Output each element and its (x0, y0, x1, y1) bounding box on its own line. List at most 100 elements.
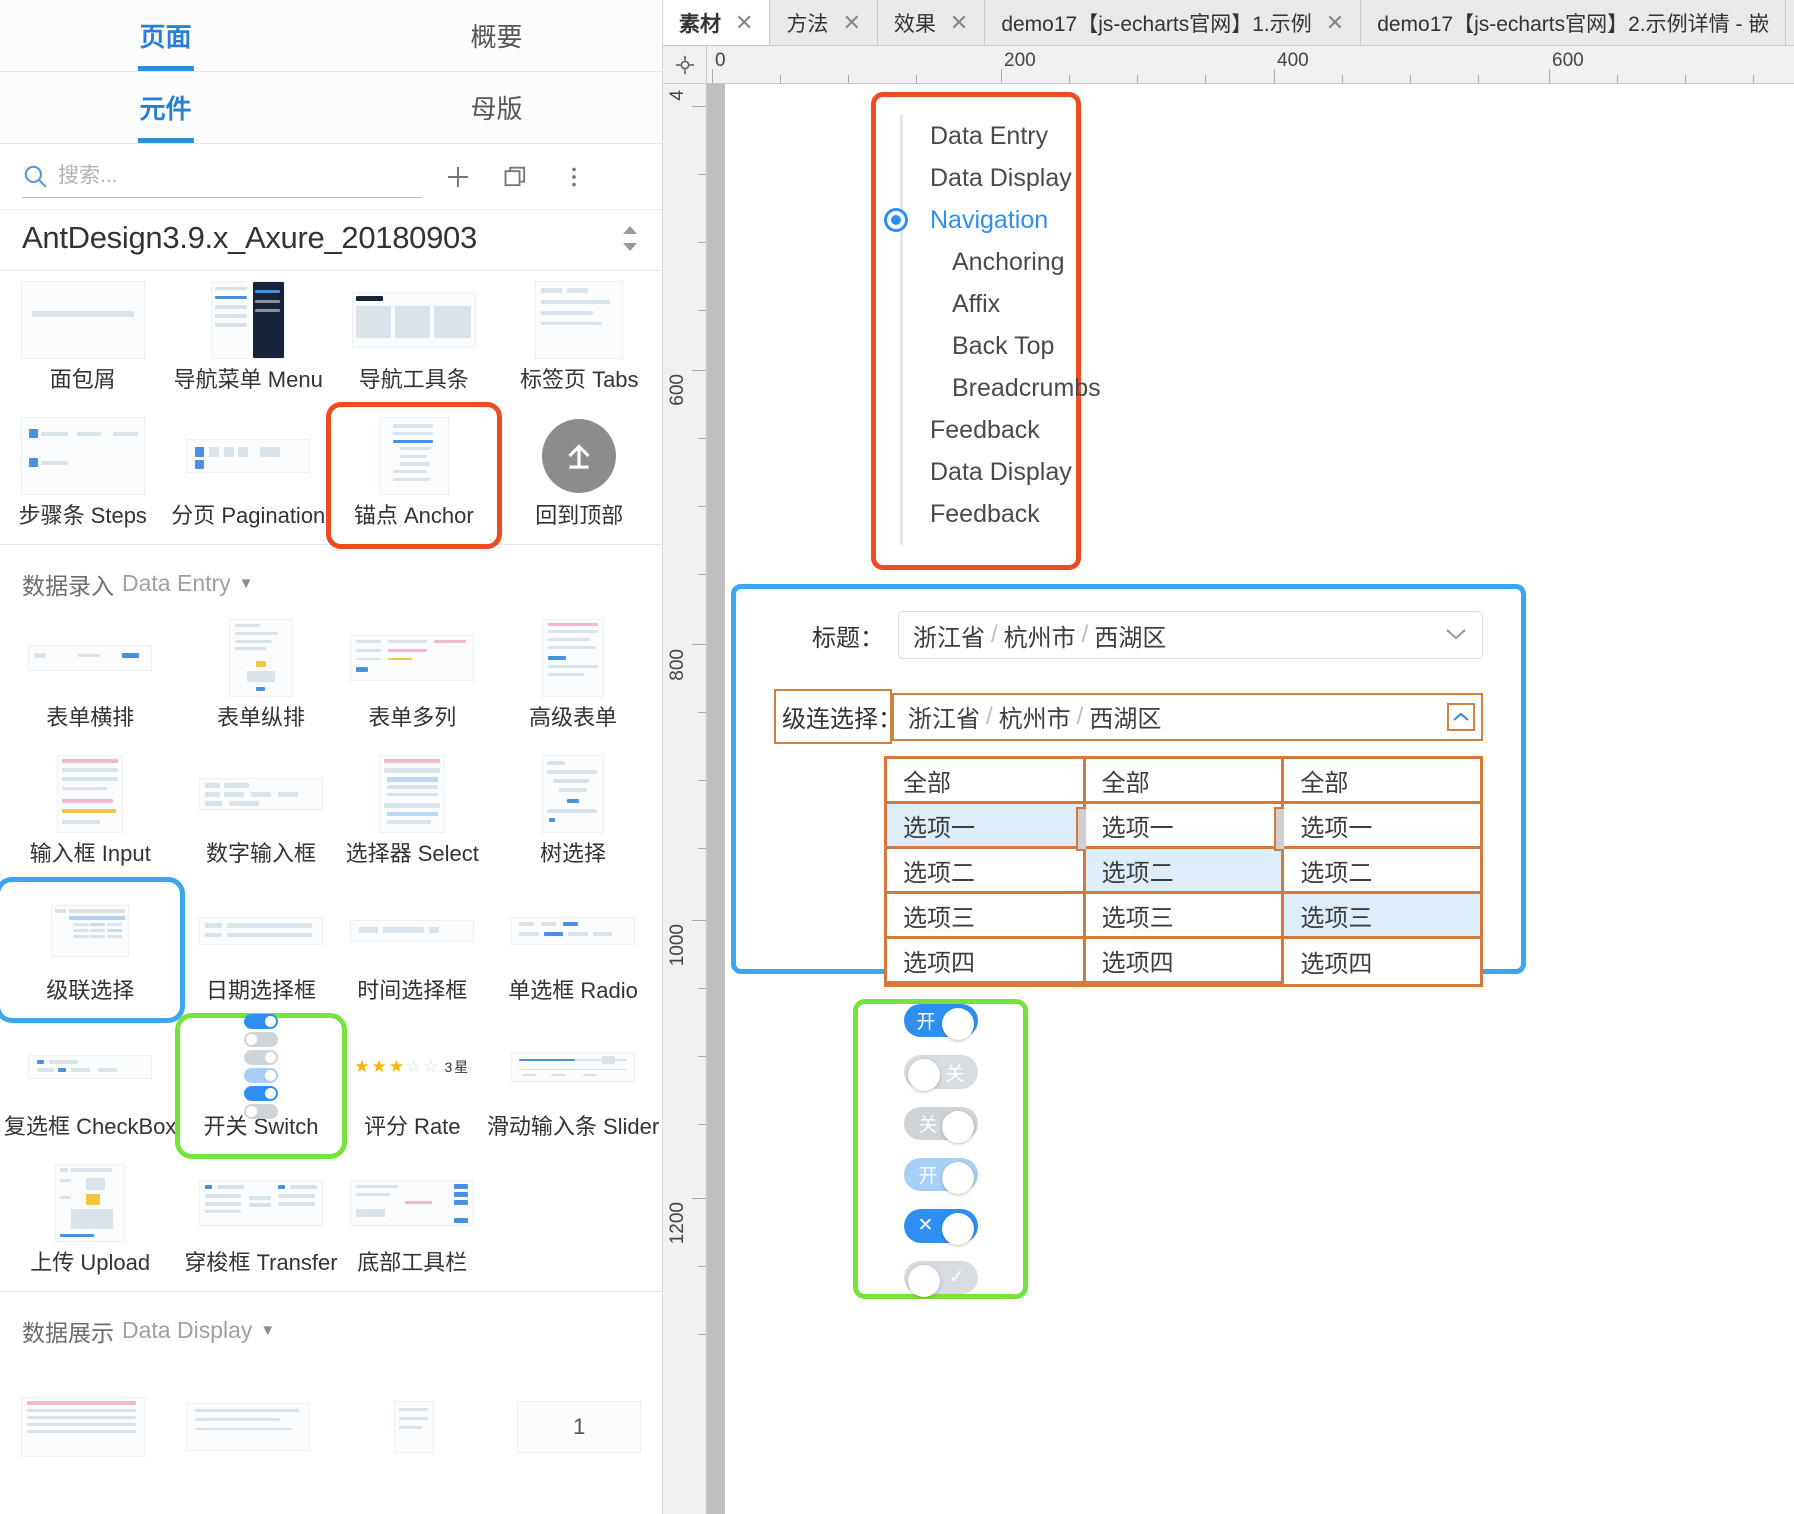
tab-outline[interactable]: 概要 (331, 0, 662, 71)
close-icon[interactable]: ✕ (950, 11, 968, 34)
close-icon[interactable]: ✕ (842, 11, 860, 34)
cascader-option[interactable]: 选项三 (1085, 894, 1282, 939)
tab-widgets[interactable]: 元件 (0, 72, 331, 143)
cascader-column-3[interactable]: 全部 选项一 选项二 选项三 选项四 (1284, 759, 1481, 984)
widget-item-treeselect[interactable]: 树选择 (483, 745, 662, 881)
widget-item-toolbar[interactable]: 底部工具栏 (342, 1154, 483, 1290)
anchor-item-anchoring[interactable]: Anchoring (900, 241, 1076, 283)
cascader-option[interactable]: 选项二 (1284, 849, 1481, 894)
anchor-item-feedback-2[interactable]: Feedback (900, 493, 1076, 535)
widget-item-upload[interactable]: 上传 Upload (0, 1154, 180, 1290)
editor-tab-3[interactable]: demo17【js-echarts官网】1.示例 ✕ (985, 0, 1362, 45)
widget-item-rate[interactable]: ★★★☆☆ 3星 评分 Rate (342, 1018, 483, 1154)
duplicate-library-button[interactable] (494, 155, 538, 199)
widget-item-timepicker[interactable]: 时间选择框 (342, 882, 483, 1018)
library-selector[interactable]: AntDesign3.9.x_Axure_20180903 (0, 210, 662, 271)
editor-tab-1[interactable]: 方法 ✕ (770, 0, 878, 45)
widget-item-breadcrumb[interactable]: 面包屑 (0, 271, 166, 407)
widget-item-menu[interactable]: 导航菜单 Menu (166, 271, 332, 407)
cascader-option-selected[interactable]: 选项一 (887, 804, 1083, 849)
chevron-down-icon[interactable]: ▼ (260, 1322, 275, 1339)
cascader-select-input[interactable]: 浙江省 / 杭州市 / 西湖区 (892, 692, 1483, 741)
section-header-data-display[interactable]: 数据展示 Data Display ▼ (0, 1290, 662, 1356)
cascader-widget-highlight[interactable]: 标题： 浙江省 / 杭州市 / 西湖区 级连选择： 浙江省 / 杭州市 / 西湖… (731, 584, 1526, 987)
design-canvas[interactable]: Data Entry Data Display Navigation Ancho… (725, 84, 1794, 1514)
tab-masters[interactable]: 母版 (331, 72, 662, 143)
widget-item-number[interactable]: 数字输入框 (180, 745, 341, 881)
cascader-option[interactable]: 选项四 (1284, 939, 1481, 984)
horizontal-ruler[interactable]: 0 200 400 600 (707, 46, 1794, 83)
cascader-option[interactable]: 全部 (887, 759, 1083, 804)
switch-off[interactable]: 关 (903, 1055, 978, 1092)
widget-item-tabs[interactable]: 标签页 Tabs (497, 271, 663, 407)
anchor-widget-highlight[interactable]: Data Entry Data Display Navigation Ancho… (871, 92, 1101, 570)
cascader-option-selected[interactable]: 选项三 (1284, 894, 1481, 939)
section-header-data-entry[interactable]: 数据录入 Data Entry ▼ (0, 543, 662, 609)
anchor-item-data-display-1[interactable]: Data Display (900, 157, 1076, 199)
widget-item-list[interactable] (166, 1356, 332, 1488)
widget-item-steps[interactable]: 步骤条 Steps (0, 407, 166, 543)
editor-tab-0[interactable]: 素材 ✕ (663, 0, 771, 45)
more-options-button[interactable] (552, 155, 596, 199)
chevron-down-icon[interactable] (1444, 624, 1468, 647)
widget-item-slider[interactable]: 滑动输入条 Slider (483, 1018, 662, 1154)
anchor-item-data-entry[interactable]: Data Entry (900, 115, 1076, 157)
anchor-item-navigation[interactable]: Navigation (887, 199, 1076, 241)
switch-icon-off[interactable]: ✓ (903, 1260, 978, 1297)
cascader-option[interactable]: 选项二 (887, 849, 1083, 894)
widget-item-pagination[interactable]: 分页 Pagination (166, 407, 332, 543)
widget-item-anchor[interactable]: 锚点 Anchor (326, 402, 502, 549)
widget-item-form-h[interactable]: 表单横排 (0, 609, 180, 745)
switch-on[interactable]: 开 (903, 1004, 978, 1041)
add-library-button[interactable] (436, 155, 480, 199)
chevron-down-icon[interactable]: ▼ (239, 575, 254, 592)
anchor-item-affix[interactable]: Affix (900, 283, 1076, 325)
cascader-dropdown[interactable]: 全部 选项一 选项二 选项三 选项四 全部 选项一 选项二 选项三 选项四 全部… (884, 756, 1483, 987)
anchor-item-feedback-1[interactable]: Feedback (900, 409, 1076, 451)
cascader-column-1[interactable]: 全部 选项一 选项二 选项三 选项四 (887, 759, 1089, 984)
cascader-option[interactable]: 全部 (1085, 759, 1282, 804)
cascader-option[interactable]: 选项一 (1085, 804, 1282, 849)
library-scroll-area[interactable]: 面包屑 导航菜单 Menu 导航工具条 标签页 Tabs 步骤条 Steps 分… (0, 271, 662, 1514)
widget-item-form-multi[interactable]: 表单多列 (342, 609, 483, 745)
search-field-wrapper[interactable] (22, 156, 422, 198)
widget-item-form-v[interactable]: 表单纵排 (180, 609, 341, 745)
cascader-option[interactable]: 选项三 (887, 894, 1083, 939)
widget-item-select[interactable]: 选择器 Select (342, 745, 483, 881)
cascader-option-selected[interactable]: 选项二 (1085, 849, 1282, 894)
widget-item-card[interactable] (331, 1356, 497, 1488)
switch-icon-on[interactable]: ✕ (903, 1209, 978, 1246)
cascader-option[interactable]: 全部 (1284, 759, 1481, 804)
widget-item-transfer[interactable]: 穿梭框 Transfer (180, 1154, 341, 1290)
switch-widget-highlight[interactable]: 开 关 关 开 ✕ ✓ (853, 999, 1028, 1299)
widget-item-navbar[interactable]: 导航工具条 (331, 271, 497, 407)
widget-item-carousel[interactable]: 1 (497, 1356, 663, 1488)
widget-item-form-adv[interactable]: 高级表单 (483, 609, 662, 745)
widget-item-backtop[interactable]: 回到顶部 (497, 407, 663, 543)
widget-item-radio[interactable]: 单选框 Radio (483, 882, 662, 1018)
widget-item-input[interactable]: 输入框 Input (0, 745, 180, 881)
widget-item-checkbox[interactable]: 复选框 CheckBox (0, 1018, 180, 1154)
vertical-ruler[interactable]: 4 600 800 1000 1200 (663, 84, 707, 1514)
close-icon[interactable]: ✕ (735, 11, 753, 34)
anchor-item-data-display-2[interactable]: Data Display (900, 451, 1076, 493)
anchor-item-breadcrumbs[interactable]: Breadcrumbs (900, 367, 1101, 409)
search-input[interactable] (58, 164, 422, 188)
widget-item-datepicker[interactable]: 日期选择框 (180, 882, 341, 1018)
widget-item-switch[interactable]: 开关 Switch (175, 1012, 347, 1160)
cascader-column-2[interactable]: 全部 选项一 选项二 选项三 选项四 (1085, 759, 1288, 984)
ruler-origin-button[interactable] (663, 46, 707, 83)
editor-tab-4[interactable]: demo17【js-echarts官网】2.示例详情 - 嵌 (1361, 0, 1787, 45)
editor-tab-2[interactable]: 效果 ✕ (877, 0, 986, 45)
cascader-option[interactable]: 选项四 (1085, 939, 1282, 984)
library-stepper-icon[interactable] (620, 225, 640, 252)
anchor-item-back-top[interactable]: Back Top (900, 325, 1076, 367)
chevron-up-icon[interactable] (1447, 702, 1475, 731)
tab-pages[interactable]: 页面 (0, 0, 331, 71)
close-icon[interactable]: ✕ (1326, 11, 1344, 34)
cascader-option[interactable]: 选项一 (1284, 804, 1481, 849)
widget-item-table[interactable] (0, 1356, 166, 1488)
cascader-option[interactable]: 选项四 (887, 939, 1083, 984)
widget-item-cascader[interactable]: 级联选择 (0, 876, 186, 1023)
cascader-title-select[interactable]: 浙江省 / 杭州市 / 西湖区 (898, 611, 1483, 659)
